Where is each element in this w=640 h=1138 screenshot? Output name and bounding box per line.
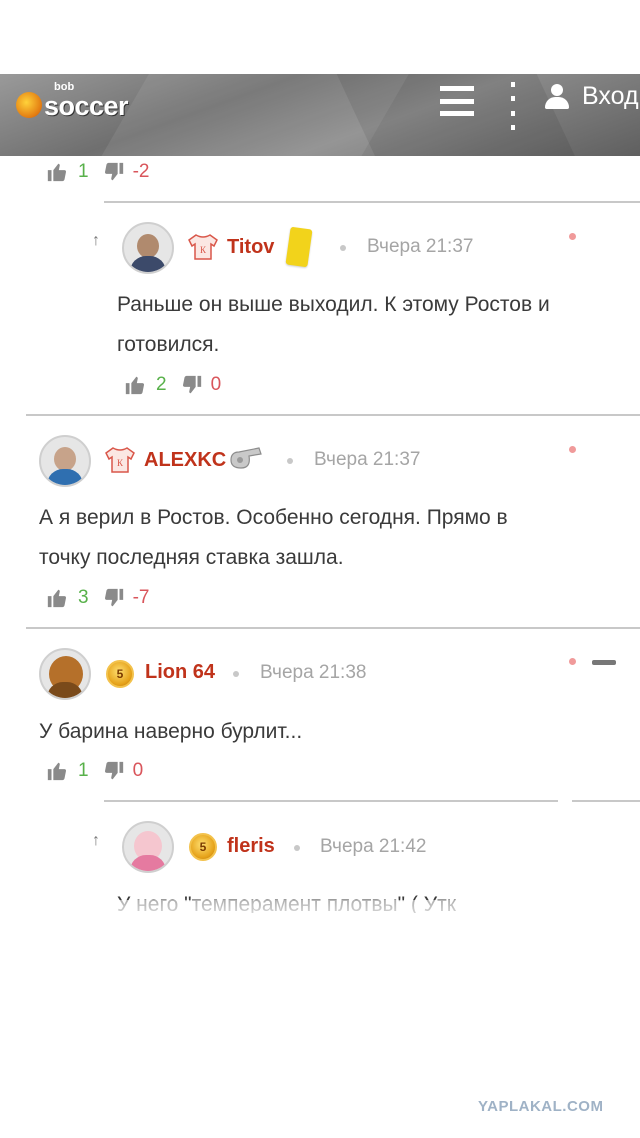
thumbs-down-icon[interactable] (103, 161, 125, 183)
separator-dot (294, 845, 300, 851)
separator-dot (287, 458, 293, 464)
avatar[interactable] (122, 222, 174, 274)
svg-text:К: К (117, 458, 124, 468)
comment-text: Раньше он выше выходил. К этому Ростов и… (117, 293, 550, 356)
thumbs-up-icon[interactable] (46, 587, 68, 609)
comment-timestamp: Вчера 21:37 (367, 236, 474, 257)
comment-rating: 1 0 (46, 760, 143, 782)
downvote-count: 0 (132, 760, 144, 781)
upvote-count: 2 (156, 374, 167, 395)
downvote-count: -2 (132, 161, 150, 182)
user-icon (544, 83, 570, 110)
comment-rating: 2 0 (124, 374, 221, 396)
divider (26, 627, 640, 629)
svg-text:К: К (200, 245, 207, 255)
upvote-count: 3 (78, 587, 89, 608)
thumbs-up-icon[interactable] (46, 161, 68, 183)
comment-rating: 3 -7 (46, 587, 149, 609)
comment-text: У барина наверно бурлит... (39, 720, 303, 743)
whistle-icon (230, 447, 262, 469)
divider (104, 800, 558, 802)
username[interactable]: ALEXKC (144, 449, 226, 472)
hamburger-menu-icon[interactable] (440, 86, 474, 116)
comment-rating: 1 -2 (46, 161, 149, 183)
avatar[interactable] (39, 648, 91, 700)
unread-indicator (569, 658, 576, 665)
rank-medal-icon: 5 (106, 660, 134, 688)
reply-arrow-icon: ↑ (92, 832, 100, 849)
thumbs-down-icon[interactable] (103, 587, 125, 609)
unread-indicator (569, 233, 576, 240)
unread-indicator (569, 446, 576, 453)
club-shirt-icon: К (105, 447, 135, 473)
comment-timestamp: Вчера 21:38 (260, 662, 367, 683)
site-header: bob soccer Вход (0, 74, 640, 156)
downvote-count: 0 (210, 374, 222, 395)
collapse-icon[interactable] (592, 660, 616, 665)
ball-icon (16, 92, 42, 118)
watermark: YAPLAKAL.COM (478, 1098, 604, 1115)
username[interactable]: Lion 64 (145, 661, 215, 684)
upvote-count: 1 (78, 760, 89, 781)
upvote-count: 1 (78, 161, 89, 182)
comment-timestamp: Вчера 21:42 (320, 836, 427, 857)
divider (572, 800, 640, 802)
divider (104, 201, 640, 203)
comment-text: А я верил в Ростов. Особенно сегодня. Пр… (39, 506, 508, 569)
rank-medal-icon: 5 (189, 833, 217, 861)
more-options-icon[interactable] (511, 82, 517, 130)
thumbs-down-icon[interactable] (103, 760, 125, 782)
logo-text: soccer (44, 91, 129, 121)
downvote-count: -7 (132, 587, 150, 608)
login-label: Вход (582, 82, 639, 110)
separator-dot (340, 245, 346, 251)
separator-dot (233, 671, 239, 677)
yellow-card-icon (285, 226, 313, 268)
username[interactable]: Titov (227, 236, 274, 259)
avatar[interactable] (122, 821, 174, 873)
comment-timestamp: Вчера 21:37 (314, 449, 421, 470)
thumbs-up-icon[interactable] (124, 374, 146, 396)
site-logo[interactable]: bob soccer (16, 80, 129, 121)
username[interactable]: fleris (227, 835, 275, 858)
club-shirt-icon: К (188, 234, 218, 260)
avatar[interactable] (39, 435, 91, 487)
login-button[interactable]: Вход (544, 82, 639, 111)
divider (26, 414, 640, 416)
reply-arrow-icon: ↑ (92, 232, 100, 249)
thumbs-down-icon[interactable] (181, 374, 203, 396)
thumbs-up-icon[interactable] (46, 760, 68, 782)
